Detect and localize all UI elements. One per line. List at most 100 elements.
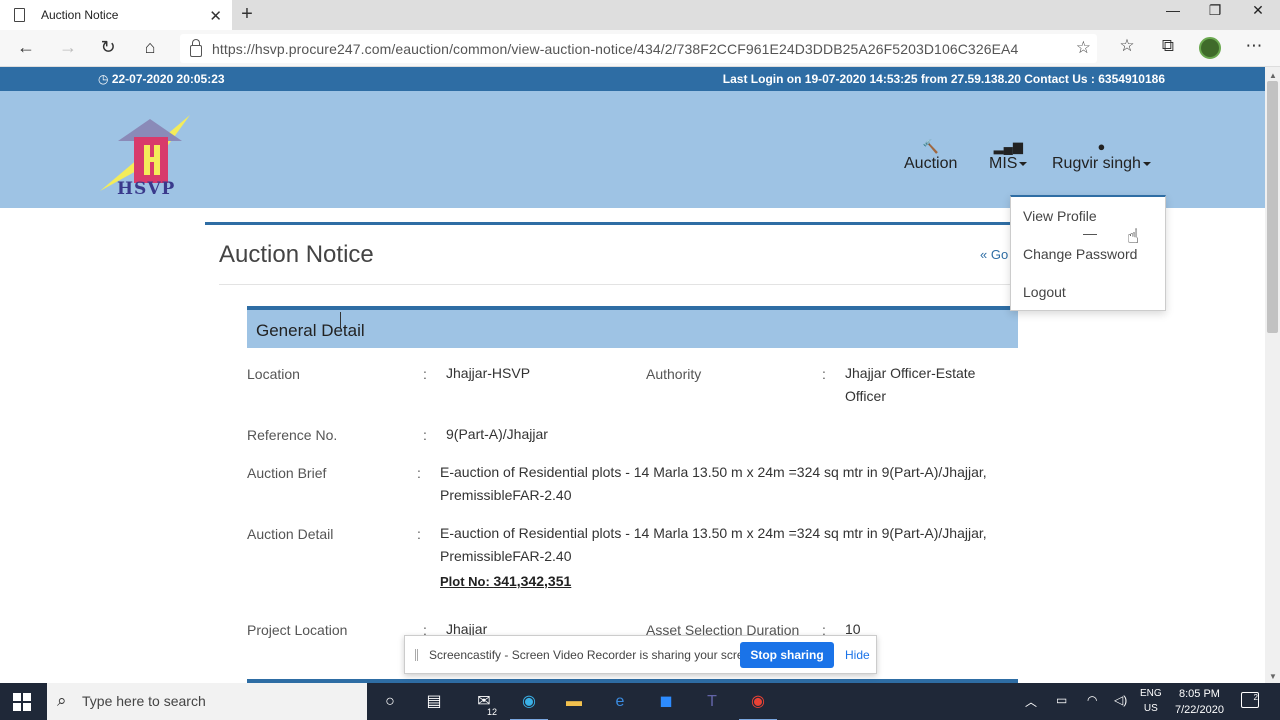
page-icon [14, 8, 25, 22]
page-scrollbar[interactable]: ▲ ▼ [1265, 67, 1280, 683]
browser-tab[interactable]: Auction Notice ✕ [0, 0, 232, 30]
authority-value-line1: Jhajjar Officer-Estate [845, 365, 976, 381]
scroll-thumb[interactable] [1267, 81, 1278, 333]
chevron-down-icon [1142, 161, 1151, 166]
mail-icon[interactable]: ✉ 12 [471, 689, 497, 717]
location-label: Location [247, 366, 300, 382]
auction-detail-line1: E-auction of Residential plots - 14 Marl… [440, 525, 987, 541]
new-tab-button[interactable]: + [236, 3, 258, 26]
back-icon[interactable]: ← [15, 37, 37, 58]
go-back-link[interactable]: « Go [980, 247, 1008, 262]
hide-button[interactable]: Hide [845, 648, 870, 662]
teams-icon[interactable]: T [699, 689, 725, 715]
file-explorer-icon[interactable]: ▬ [561, 689, 587, 715]
forward-icon[interactable]: → [57, 37, 79, 58]
chrome-icon[interactable]: ◉ [739, 689, 777, 720]
stop-sharing-button[interactable]: Stop sharing [740, 642, 834, 668]
edge-icon[interactable]: ◉ [510, 689, 548, 720]
logo-text: HSVP [117, 179, 176, 199]
colon: : [417, 465, 421, 481]
close-window-icon[interactable]: ✕ [1248, 2, 1268, 19]
nav-user-label: Rugvir singh [1052, 155, 1141, 172]
chevron-down-icon [1019, 161, 1028, 166]
taskbar-clock[interactable]: 8:05 PM 7/22/2020 [1175, 686, 1224, 718]
address-bar[interactable]: https://hsvp.procure247.com/eauction/com… [180, 34, 1097, 63]
scroll-up-icon[interactable]: ▲ [1269, 71, 1277, 80]
favorite-star-icon[interactable]: ☆ [1076, 38, 1091, 58]
drag-handle-icon[interactable] [415, 649, 418, 661]
signal-bars-icon: ▂▄▆ [993, 139, 1023, 154]
gavel-icon: 🔨 [922, 139, 939, 154]
auction-detail-line2: PremissibleFAR-2.40 [440, 548, 572, 564]
logout-link[interactable]: Logout [1023, 284, 1066, 300]
auction-notice-card [205, 222, 1017, 682]
divider [1083, 234, 1097, 235]
page-title: Auction Notice [219, 241, 374, 268]
authority-label: Authority [646, 366, 702, 382]
cortana-icon[interactable]: ○ [377, 689, 403, 715]
general-detail-header: General Detail [247, 306, 1018, 348]
location-value: Jhajjar-HSVP [446, 365, 531, 381]
plot-numbers: Plot No: 341,342,351 [440, 573, 571, 589]
project-location-label: Project Location [247, 622, 348, 638]
zoom-icon[interactable]: ◼ [653, 689, 679, 715]
close-tab-icon[interactable]: ✕ [209, 7, 222, 25]
nav-user[interactable]: ● Rugvir singh [1052, 139, 1151, 173]
view-profile-link[interactable]: View Profile [1023, 208, 1097, 224]
task-view-icon[interactable]: ▤ [421, 689, 447, 715]
reference-label: Reference No. [247, 427, 338, 443]
text-cursor [340, 312, 346, 328]
refresh-icon[interactable]: ↻ [97, 37, 119, 58]
volume-icon[interactable]: ◁) [1114, 693, 1127, 707]
language-indicator[interactable]: ENG US [1140, 686, 1162, 716]
colon: : [417, 526, 421, 542]
clock-time: 8:05 PM [1178, 688, 1220, 700]
browser-toolbar: ← → ↻ ⌂ https://hsvp.procure247.com/eauc… [0, 30, 1280, 67]
plot-prefix: Plot No: [440, 574, 494, 589]
more-icon[interactable]: ⋯ [1243, 36, 1265, 56]
auction-brief-line1: E-auction of Residential plots - 14 Marl… [440, 464, 987, 480]
taskbar-search[interactable]: ⌕ Type here to search [47, 683, 367, 720]
show-hidden-icons-icon[interactable]: ︿ [1025, 693, 1037, 710]
plot-values: 341,342,351 [493, 573, 572, 589]
notification-count: 2 [1253, 693, 1258, 702]
restore-icon[interactable]: ❐ [1205, 2, 1225, 19]
user-dropdown-menu: View Profile Change Password Logout [1010, 195, 1166, 311]
site-info-bar: ◷ 22-07-2020 20:05:23 Last Login on 19-0… [0, 67, 1265, 91]
nav-mis[interactable]: ▂▄▆ MIS [989, 139, 1028, 173]
notification-center-icon[interactable]: 2 [1241, 692, 1259, 708]
user-icon: ● [1097, 139, 1106, 154]
last-login-info: Last Login on 19-07-2020 14:53:25 from 2… [722, 72, 1165, 86]
language-code: ENG [1140, 688, 1162, 699]
section-title: General Detail [256, 321, 365, 340]
auction-brief-line2: PremissibleFAR-2.40 [440, 487, 572, 503]
internet-explorer-icon[interactable]: e [607, 689, 633, 715]
windows-start-icon[interactable] [13, 693, 31, 711]
home-icon[interactable]: ⌂ [139, 37, 161, 58]
minimize-icon[interactable]: — [1163, 2, 1183, 18]
profile-avatar[interactable] [1199, 37, 1221, 59]
region-code: US [1143, 703, 1158, 714]
search-placeholder: Type here to search [82, 693, 206, 709]
screen-share-banner: Screencastify - Screen Video Recorder is… [404, 635, 877, 674]
change-password-link[interactable]: Change Password [1023, 246, 1137, 262]
search-icon: ⌕ [57, 691, 67, 710]
nav-auction-label: Auction [904, 155, 958, 172]
lock-icon [190, 38, 202, 57]
wifi-icon[interactable]: ◠ [1087, 693, 1097, 707]
browser-tab-strip: Auction Notice ✕ + — ❐ ✕ [0, 0, 1280, 30]
current-datetime: ◷ 22-07-2020 20:05:23 [98, 72, 225, 86]
scroll-down-icon[interactable]: ▼ [1269, 672, 1277, 681]
favorites-icon[interactable]: ☆ [1116, 36, 1138, 56]
clock-icon: ◷ [98, 72, 112, 86]
hand-pointer-icon: ☝ [1127, 226, 1140, 248]
windows-taskbar: ⌕ Type here to search ○ ▤ ✉ 12 ◉ ▬ e ◼ T … [0, 683, 1280, 720]
nav-auction[interactable]: 🔨 Auction [904, 139, 957, 173]
mail-badge: 12 [487, 707, 498, 717]
battery-icon[interactable]: ▭ [1056, 693, 1067, 707]
collections-icon[interactable]: ⧉ [1157, 36, 1179, 56]
clock-date: 7/22/2020 [1175, 704, 1224, 716]
colon: : [423, 427, 427, 443]
site-header: HSVP 🔨 Auction ▂▄▆ MIS ● Rugvir singh [0, 91, 1265, 208]
nav-mis-label: MIS [989, 155, 1018, 172]
